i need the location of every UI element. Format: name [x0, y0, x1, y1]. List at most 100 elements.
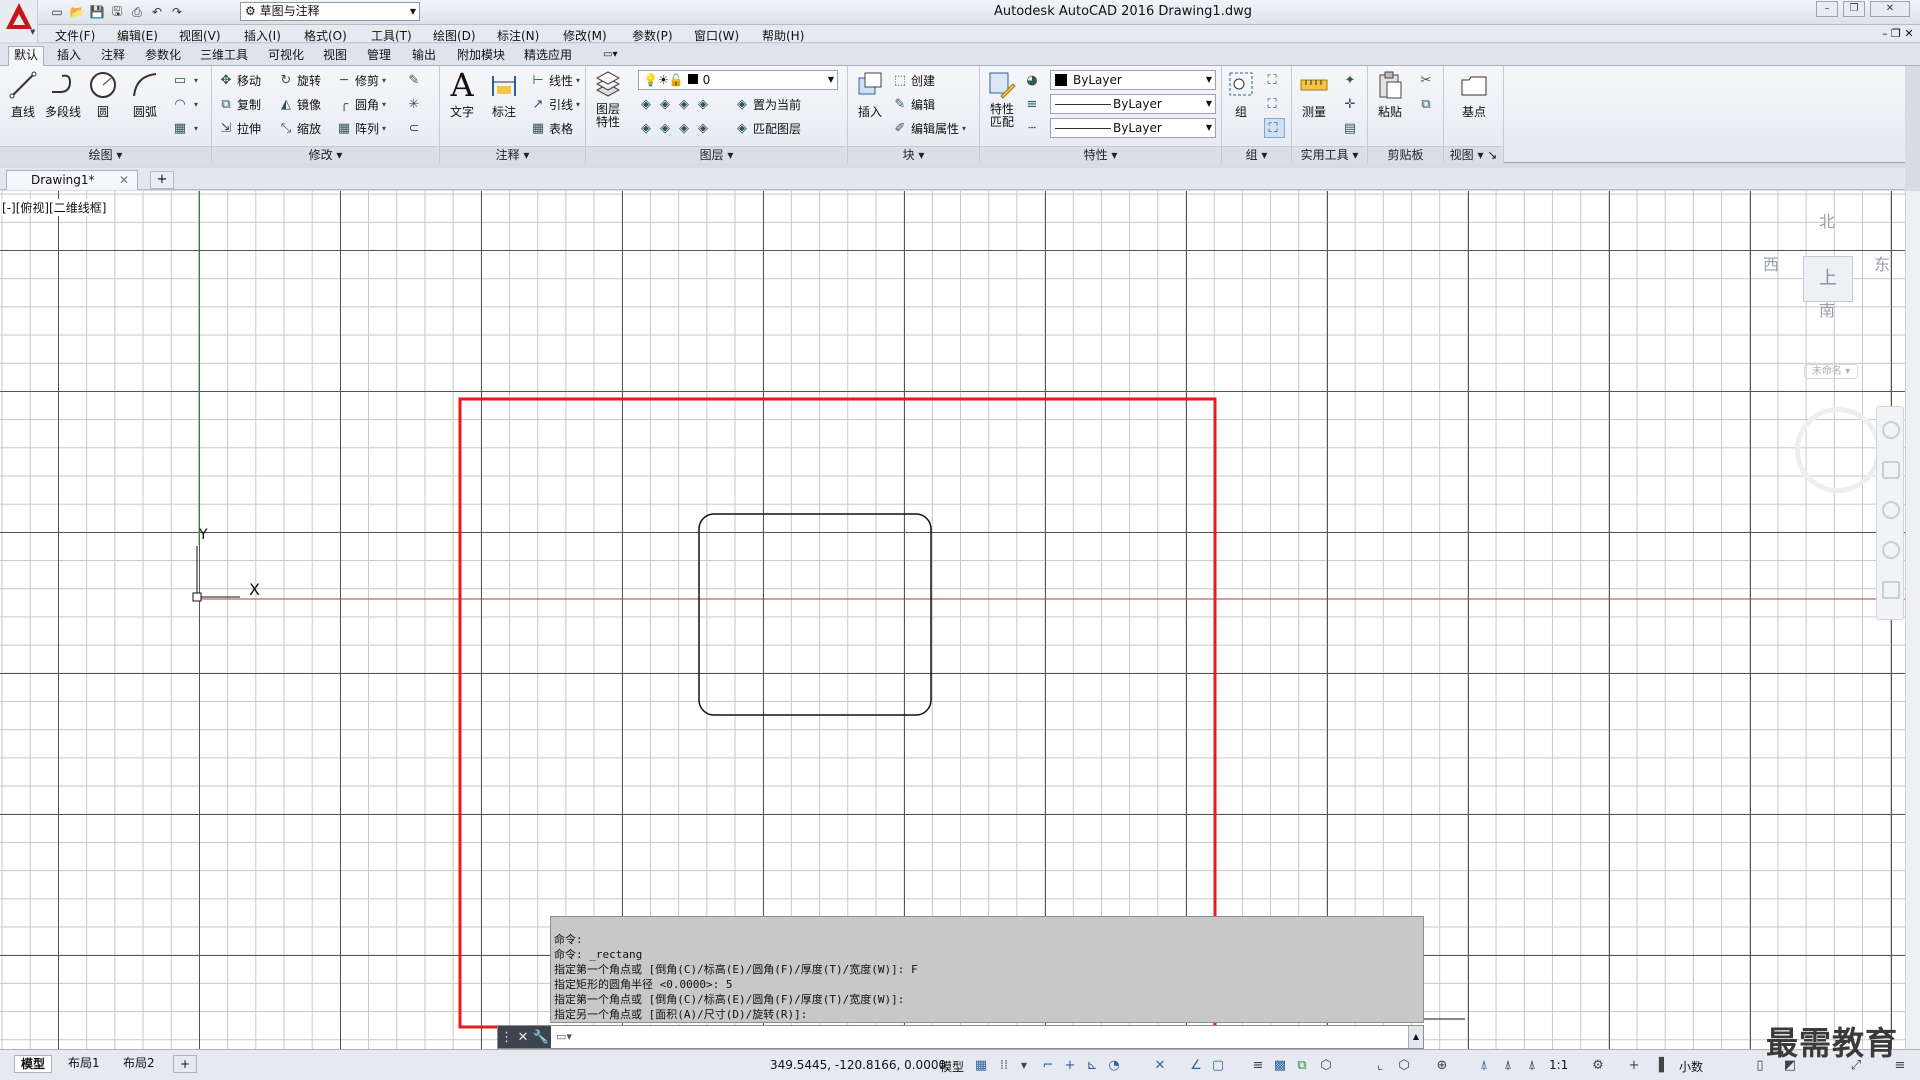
calculator-icon[interactable]: ▤: [1342, 118, 1361, 138]
new-file-icon[interactable]: ▭: [48, 3, 66, 21]
print-icon[interactable]: ⎙: [128, 3, 146, 21]
selection-cycling-icon[interactable]: ⧉: [1294, 1057, 1310, 1073]
minimize-button[interactable]: –: [1816, 1, 1838, 17]
circle-button[interactable]: 圆: [83, 70, 123, 120]
new-tab-button[interactable]: +: [150, 171, 174, 189]
tab-drawing1[interactable]: Drawing1* ✕: [6, 170, 138, 190]
hatch-button[interactable]: ▦ ▾: [172, 118, 198, 138]
command-scroll-button[interactable]: ▲: [1408, 1026, 1423, 1048]
annotation-visibility-icon[interactable]: ⍋: [1476, 1057, 1492, 1073]
command-prompt-icon[interactable]: ▭▾: [556, 1030, 572, 1043]
redo-icon[interactable]: ↷: [168, 3, 186, 21]
panel-groups-label[interactable]: 组 ▾: [1222, 146, 1291, 163]
tab-featured-apps[interactable]: 精选应用: [519, 47, 577, 65]
tab-layout2[interactable]: 布局2: [117, 1055, 161, 1073]
viewcube-west[interactable]: 西: [1763, 251, 1779, 275]
array-button[interactable]: ▦ 阵列 ▾: [336, 118, 386, 138]
arc-button[interactable]: 圆弧: [125, 70, 165, 120]
layer-dropdown[interactable]: 💡☀🔓 0 ▼: [638, 70, 838, 90]
close-icon[interactable]: ✕: [517, 1030, 528, 1045]
showmotion-icon[interactable]: [1882, 581, 1900, 599]
doc-window-controls[interactable]: – ❐ ✕: [1882, 27, 1914, 40]
menu-insert[interactable]: 插入(I): [244, 27, 281, 44]
drag-handle-icon[interactable]: ⋮: [500, 1030, 513, 1045]
menu-modify[interactable]: 修改(M): [563, 27, 607, 44]
object-snap-tracking-icon[interactable]: ∠: [1188, 1057, 1204, 1073]
dimension-button[interactable]: 标注: [484, 70, 524, 120]
tab-layout1[interactable]: 布局1: [62, 1055, 106, 1073]
orbit-icon[interactable]: [1882, 541, 1900, 559]
linetype-icon[interactable]: ┄: [1024, 118, 1043, 138]
tab-view[interactable]: 视图: [318, 47, 352, 65]
ribbon-options-icon[interactable]: ▭▾: [598, 47, 622, 65]
vertical-scrollbar[interactable]: [1905, 191, 1920, 1049]
group-edit-icon[interactable]: ⛶: [1264, 94, 1283, 114]
steering-wheel-icon[interactable]: [1882, 421, 1900, 439]
set-current-button[interactable]: ◈ 置为当前: [734, 94, 801, 114]
snap-menu-icon[interactable]: ▼: [1016, 1057, 1032, 1073]
linetype-dropdown[interactable]: ByLayer ▼: [1050, 118, 1216, 138]
viewcube-ucs-menu[interactable]: 未命名 ▾: [1804, 364, 1858, 379]
open-file-icon[interactable]: 📂: [68, 3, 86, 21]
save-as-icon[interactable]: 🖫: [108, 3, 126, 21]
grid-icon[interactable]: ▦: [973, 1057, 989, 1073]
measure-button[interactable]: 测量: [1294, 70, 1334, 120]
lineweight-display-icon[interactable]: ≡: [1250, 1057, 1266, 1073]
copy-button[interactable]: ⧉ 复制: [218, 94, 261, 114]
point-icon[interactable]: ✛: [1342, 94, 1361, 114]
tab-3d-tools[interactable]: 三维工具: [195, 47, 253, 65]
units-value[interactable]: 小数: [1679, 1058, 1703, 1075]
panel-properties-label[interactable]: 特性 ▾: [980, 146, 1221, 163]
edit-block-button[interactable]: ✎ 编辑: [892, 94, 935, 114]
polyline-button[interactable]: 多段线: [43, 70, 83, 120]
layer-tools-row2[interactable]: ◈ ◈ ◈ ◈: [638, 118, 714, 138]
panel-layers-label[interactable]: 图层 ▾: [586, 146, 847, 163]
rotate-button[interactable]: ↻ 旋转: [278, 70, 321, 90]
mirror-button[interactable]: ◭ 镜像: [278, 94, 321, 114]
color-wheel-icon[interactable]: ◕: [1024, 70, 1043, 90]
rectangle-button[interactable]: ▭ ▾: [172, 70, 198, 90]
menu-file[interactable]: 文件(F): [55, 27, 95, 44]
viewport-controls[interactable]: [-][俯视][二维线框]: [2, 199, 107, 216]
leader-button[interactable]: ↗ 引线 ▾: [530, 94, 580, 114]
undo-icon[interactable]: ↶: [148, 3, 166, 21]
annotation-monitor-icon[interactable]: +: [1626, 1057, 1642, 1073]
auto-scale-icon[interactable]: ⍋: [1500, 1057, 1516, 1073]
menu-draw[interactable]: 绘图(D): [433, 27, 476, 44]
trim-button[interactable]: ╶╴ 修剪 ▾: [336, 70, 386, 90]
stretch-button[interactable]: ⇲ 拉伸: [218, 118, 261, 138]
group-select-icon[interactable]: ⛶: [1264, 118, 1285, 138]
explode-button[interactable]: ✳: [406, 94, 425, 114]
scale-button[interactable]: ⤡ 缩放: [278, 118, 321, 138]
menu-window[interactable]: 窗口(W): [694, 27, 739, 44]
color-dropdown[interactable]: ByLayer ▼: [1050, 70, 1216, 90]
quick-select-icon[interactable]: ✦: [1342, 70, 1361, 90]
tab-parametric[interactable]: 参数化: [140, 47, 186, 65]
lineweight-dropdown[interactable]: ByLayer ▼: [1050, 94, 1216, 114]
offset-button[interactable]: ⊂: [406, 118, 425, 138]
text-button[interactable]: A 文字: [442, 66, 482, 120]
tab-model[interactable]: 模型: [14, 1055, 53, 1073]
workspace-select[interactable]: ⚙ 草图与注释 ▼: [240, 2, 420, 21]
add-layout-button[interactable]: +: [173, 1055, 198, 1073]
erase-button[interactable]: ✎: [406, 70, 425, 90]
ortho-icon[interactable]: ⊾: [1084, 1057, 1100, 1073]
zoom-icon[interactable]: [1882, 501, 1900, 519]
tab-default[interactable]: 默认: [8, 46, 45, 67]
tab-annotate[interactable]: 注释: [96, 47, 130, 65]
close-tab-icon[interactable]: ✕: [119, 171, 129, 189]
table-button[interactable]: ▦ 表格: [530, 118, 573, 138]
menu-format[interactable]: 格式(O): [304, 27, 347, 44]
viewcube-east[interactable]: 东: [1874, 251, 1890, 275]
close-button[interactable]: ✕: [1870, 1, 1910, 17]
match-properties-button[interactable]: 特性 匹配: [982, 70, 1022, 129]
maximize-button[interactable]: ❐: [1843, 1, 1865, 17]
tab-manage[interactable]: 管理: [362, 47, 396, 65]
polar-tracking-icon[interactable]: ◔: [1106, 1057, 1122, 1073]
match-layer-button[interactable]: ◈ 匹配图层: [734, 118, 801, 138]
snap-icon[interactable]: ⁞⁞: [996, 1057, 1012, 1073]
gizmo-icon[interactable]: ⊕: [1434, 1057, 1450, 1073]
application-menu-button[interactable]: ▼: [0, 0, 38, 42]
dynamic-ucs-icon[interactable]: ⌞: [1372, 1057, 1388, 1073]
save-icon[interactable]: 💾: [88, 3, 106, 21]
